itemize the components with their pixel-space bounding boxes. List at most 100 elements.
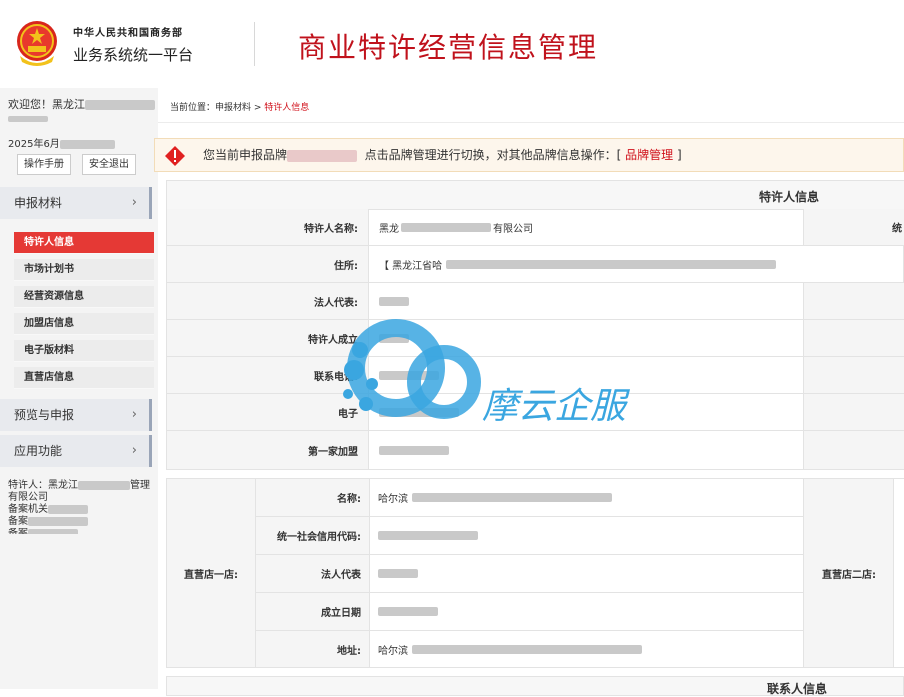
right-column <box>803 431 904 469</box>
menu-app-functions[interactable]: 应用功能 › <box>0 435 152 467</box>
sidebar: 欢迎您！黑龙江 2025年6月 操作手册 安全退出 申报材料 › 特许人信息 市… <box>0 88 158 689</box>
notice-mid: 点击品牌管理进行切换，对其他品牌信息操作：[ <box>364 148 622 162</box>
redacted-text <box>48 504 88 514</box>
field-label: 统一社会信用代码: <box>256 517 370 554</box>
platform-name: 业务系统统一平台 <box>73 46 194 64</box>
franchisor-suffix: 管理 <box>130 480 150 491</box>
field-label: 特许人成立 <box>167 320 369 356</box>
redacted-text <box>378 569 418 578</box>
notice-prefix: 您当前申报品牌 <box>203 148 288 162</box>
redacted-text <box>412 493 612 502</box>
table-row: 法人代表 <box>256 555 803 593</box>
date-label: 2025年6月 <box>8 139 60 150</box>
submenu-franchise-stores[interactable]: 加盟店信息 <box>14 313 154 335</box>
table-row: 成立日期 <box>256 593 803 631</box>
field-value <box>379 283 409 319</box>
redacted-brand <box>287 149 358 162</box>
contact-info-header: 联系人信息 <box>166 676 904 696</box>
direct-stores-card: 直营店一店: 名称: 哈尔滨 统一社会信用代码: 法人代表 成立日期 地址: 哈… <box>166 478 904 668</box>
field-label: 住所: <box>167 246 369 282</box>
right-label: 统 <box>892 223 902 235</box>
submenu-market-plan[interactable]: 市场计划书 <box>14 259 154 281</box>
redacted-text <box>378 531 478 540</box>
right-column <box>803 357 904 393</box>
franchisor-label: 特许人：黑龙江 <box>8 480 78 491</box>
menu-label: 预览与申报 <box>14 408 75 422</box>
submenu-business-resources[interactable]: 经营资源信息 <box>14 286 154 308</box>
table-row: 联系电话: <box>167 357 904 394</box>
header-divider <box>254 22 255 66</box>
menu-preview-declare[interactable]: 预览与申报 › <box>0 399 152 431</box>
redacted-text <box>28 528 78 534</box>
redacted-text <box>412 644 642 654</box>
chevron-right-icon: › <box>131 407 137 422</box>
field-label: 第一家加盟 <box>167 431 369 469</box>
notice-suffix: ] <box>677 148 682 162</box>
field-value: 哈尔滨 <box>378 631 642 667</box>
redacted-text <box>379 370 439 380</box>
value-text: 哈尔滨 <box>378 645 408 657</box>
table-row: 地址: 哈尔滨 <box>256 631 803 667</box>
record-no-label: 备案 <box>8 516 28 527</box>
ministry-name: 中华人民共和国商务部 <box>73 28 183 39</box>
redacted-text <box>401 222 491 232</box>
redacted-username <box>85 100 155 110</box>
breadcrumb-path: 当前位置：申报材料 > <box>170 103 265 113</box>
redacted-text <box>378 607 438 616</box>
main-content: 当前位置：申报材料 > 特许人信息 您当前申报品牌 点击品牌管理进行切换，对其他… <box>154 88 904 696</box>
table-row: 第一家加盟 <box>167 431 904 469</box>
field-label: 成立日期 <box>256 593 370 630</box>
store1-label: 直营店一店: <box>167 479 256 667</box>
redacted-text <box>28 516 88 526</box>
field-value <box>379 320 409 356</box>
table-row: 特许人成立 <box>167 320 904 357</box>
field-label: 法人代表 <box>256 555 370 592</box>
redacted-text <box>78 480 130 490</box>
right-column <box>803 320 904 356</box>
value-prefix: 【 黑龙江省哈 <box>379 260 443 272</box>
field-value: 哈尔滨 <box>378 479 612 516</box>
national-emblem-icon <box>17 21 57 66</box>
redacted-text <box>379 407 459 417</box>
field-value <box>379 357 439 393</box>
menu-label: 申报材料 <box>14 196 63 210</box>
field-label: 地址: <box>256 631 370 667</box>
breadcrumb-current[interactable]: 特许人信息 <box>264 103 309 113</box>
header: 中华人民共和国商务部 业务系统统一平台 商业特许经营信息管理 <box>0 0 904 88</box>
field-value <box>379 394 459 430</box>
store2-label: 直营店二店: <box>803 479 894 667</box>
record-org-label: 备案机关 <box>8 504 48 515</box>
redacted-date <box>59 139 115 149</box>
menu-declare-materials[interactable]: 申报材料 › <box>0 187 152 219</box>
table-row: 住所: 【 黑龙江省哈 <box>167 246 904 283</box>
notice-text: 您当前申报品牌 点击品牌管理进行切换，对其他品牌信息操作：[ 品牌管理 ] <box>203 139 682 171</box>
field-label: 特许人名称: <box>167 209 369 245</box>
breadcrumb: 当前位置：申报材料 > 特许人信息 <box>170 100 309 113</box>
value-prefix: 黑龙 <box>379 223 399 235</box>
redacted-text <box>8 116 48 122</box>
record-status-label: 备案 <box>8 528 28 534</box>
welcome-label: 欢迎您！黑龙江 <box>8 98 85 111</box>
field-value: 【 黑龙江省哈 <box>379 246 777 282</box>
table-row: 统一社会信用代码: <box>256 517 803 555</box>
submenu-electronic-materials[interactable]: 电子版材料 <box>14 340 154 362</box>
franchisor-line2: 有限公司 <box>8 492 48 503</box>
value-text: 哈尔滨 <box>378 494 408 505</box>
warning-icon <box>165 146 185 166</box>
breadcrumb-divider <box>158 122 904 123</box>
brand-notice: 您当前申报品牌 点击品牌管理进行切换，对其他品牌信息操作：[ 品牌管理 ] <box>154 138 904 172</box>
submenu-direct-stores[interactable]: 直营店信息 <box>14 367 154 389</box>
field-value <box>378 593 438 630</box>
field-label: 名称: <box>256 479 370 516</box>
table-row: 特许人名称: 黑龙 有限公司 统 <box>167 209 904 246</box>
menu-label: 应用功能 <box>14 444 63 458</box>
table-row: 名称: 哈尔滨 <box>256 479 803 517</box>
submenu-franchisor-info[interactable]: 特许人信息 <box>14 232 154 254</box>
field-value <box>379 431 449 469</box>
manual-button[interactable]: 操作手册 <box>17 154 71 175</box>
chevron-right-icon: › <box>131 195 137 210</box>
table-row: 电子 <box>167 394 904 431</box>
logout-button[interactable]: 安全退出 <box>82 154 136 175</box>
brand-management-link[interactable]: 品牌管理 <box>625 148 673 162</box>
field-label: 联系电话: <box>167 357 369 393</box>
